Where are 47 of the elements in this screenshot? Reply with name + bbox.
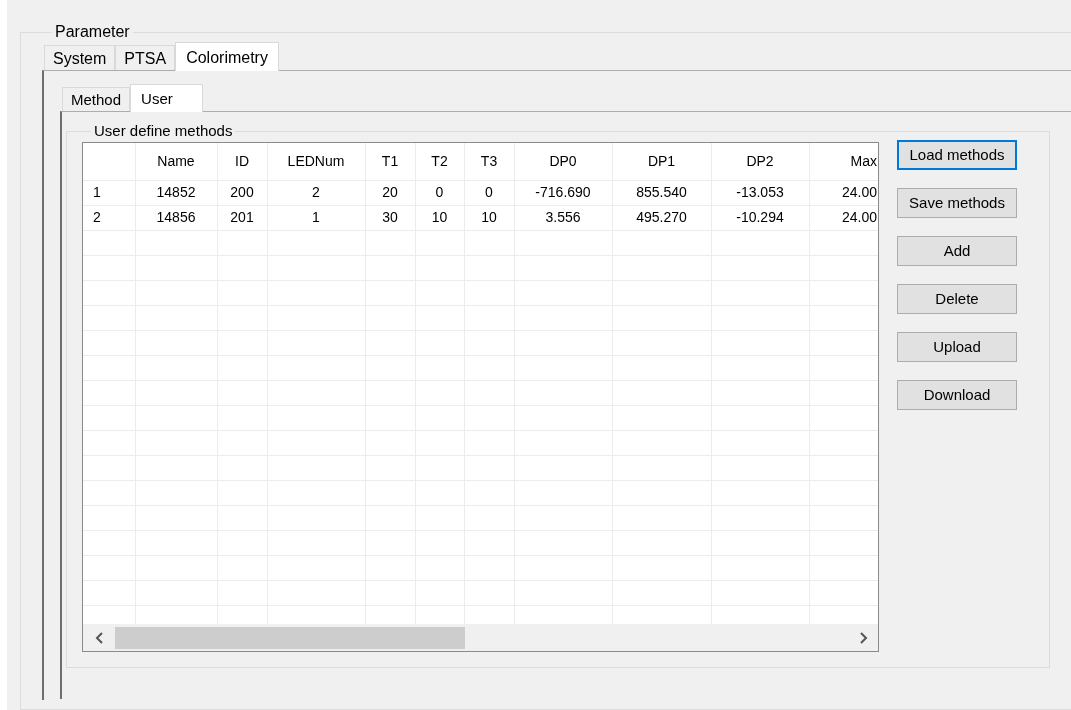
button[interactable]: Add: [897, 236, 1017, 266]
table-cell: 1: [93, 184, 101, 200]
table-cell: 24.00: [841, 184, 877, 200]
horizontal-scrollbar[interactable]: [83, 624, 878, 651]
table-cell: 14852: [156, 184, 196, 200]
table-cell: -10.294: [736, 209, 784, 225]
tab[interactable]: Colorimetry: [175, 42, 279, 71]
button[interactable]: Delete: [897, 284, 1017, 314]
table-cell: 30: [382, 209, 398, 225]
tab[interactable]: User: [130, 84, 204, 112]
column-header[interactable]: T1: [381, 152, 399, 169]
tab[interactable]: Method: [62, 87, 131, 111]
table-cell: 20: [382, 184, 398, 200]
table-cell: -13.053: [736, 184, 784, 200]
column-header[interactable]: ID: [235, 152, 249, 169]
column-header[interactable]: DP1: [647, 152, 676, 169]
column-header[interactable]: DP2: [746, 152, 774, 169]
button[interactable]: Upload: [897, 332, 1017, 362]
table-cell: 1: [312, 209, 320, 225]
column-header[interactable]: DP0: [549, 152, 577, 169]
table-cell: 3.556: [545, 209, 581, 225]
button[interactable]: Download: [897, 380, 1017, 410]
table-cell: 14856: [156, 209, 196, 225]
tab[interactable]: PTSA: [115, 45, 176, 70]
table-cell: 0: [435, 184, 444, 200]
scroll-right-icon[interactable]: [858, 631, 868, 644]
table-cell: 200: [230, 184, 254, 200]
table-cell: 10: [431, 209, 448, 225]
group-title: Parameter: [54, 22, 131, 42]
column-header[interactable]: Max: [850, 152, 877, 169]
table-cell: 2: [93, 209, 101, 225]
table-cell: 201: [230, 209, 254, 225]
scrollbar-thumb[interactable]: [115, 626, 465, 649]
table-cell: 495.270: [636, 209, 687, 225]
table-cell: 24.00: [841, 209, 877, 225]
table-cell: 0: [485, 184, 493, 200]
column-header[interactable]: T2: [431, 152, 448, 169]
table-cell: 10: [481, 209, 497, 225]
button[interactable]: Load methods: [897, 140, 1017, 170]
scroll-left-icon[interactable]: [95, 631, 105, 644]
table-cell: 2: [312, 184, 320, 200]
column-header[interactable]: T3: [480, 152, 498, 169]
table-cell: 855.540: [636, 184, 687, 200]
table-cell: -716.690: [535, 184, 591, 200]
tab[interactable]: System: [44, 45, 116, 70]
group-title: User define methods: [93, 122, 234, 140]
button[interactable]: Save methods: [897, 188, 1017, 218]
